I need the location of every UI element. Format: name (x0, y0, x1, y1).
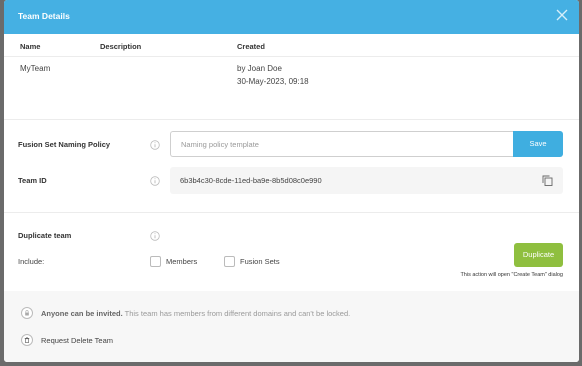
column-header-description: Description (100, 42, 142, 51)
team-name: MyTeam (20, 64, 51, 73)
lock-icon (21, 307, 33, 319)
info-icon[interactable] (150, 231, 160, 241)
invite-status-detail: This team has members from different dom… (124, 309, 351, 318)
request-delete-team-button[interactable]: Request Delete Team (41, 336, 113, 345)
column-header-created: Created (237, 42, 265, 51)
include-label: Include: (18, 257, 45, 266)
naming-policy-label: Fusion Set Naming Policy (18, 140, 111, 149)
dialog-title: Team Details (18, 11, 70, 21)
column-header-name: Name (20, 42, 41, 51)
divider (4, 119, 579, 120)
trash-icon[interactable] (21, 334, 33, 346)
save-button[interactable]: Save (513, 131, 563, 157)
close-icon[interactable] (555, 8, 569, 22)
members-checkbox[interactable] (150, 256, 161, 267)
duplicate-button[interactable]: Duplicate (514, 243, 563, 267)
invite-status-bold: Anyone can be invited. (41, 309, 123, 318)
created-by: by Joan Doe (237, 64, 282, 73)
fusion-sets-checkbox-label[interactable]: Fusion Sets (240, 257, 280, 266)
copy-icon[interactable] (542, 175, 553, 186)
info-icon[interactable] (150, 140, 160, 150)
team-id-field: 6b3b4c30-8cde-11ed-ba9e-8b5d08c0e990 (170, 167, 563, 194)
team-details-dialog: Team Details Name Description Created My… (4, 0, 579, 362)
info-icon[interactable] (150, 176, 160, 186)
fusion-sets-checkbox[interactable] (224, 256, 235, 267)
duplicate-note: This action will open "Create Team" dial… (460, 272, 563, 278)
divider (4, 212, 579, 213)
created-at: 30-May-2023, 09:18 (237, 77, 309, 86)
dialog-header: Team Details (4, 0, 579, 34)
duplicate-team-label: Duplicate team (18, 231, 72, 240)
team-id-value: 6b3b4c30-8cde-11ed-ba9e-8b5d08c0e990 (180, 176, 322, 185)
team-id-label: Team ID (18, 176, 47, 185)
dialog-footer: Anyone can be invited. This team has mem… (4, 291, 579, 362)
invite-status-text: Anyone can be invited. This team has mem… (41, 309, 350, 318)
members-checkbox-label[interactable]: Members (166, 257, 197, 266)
divider (4, 56, 579, 57)
naming-policy-input[interactable] (170, 131, 513, 157)
